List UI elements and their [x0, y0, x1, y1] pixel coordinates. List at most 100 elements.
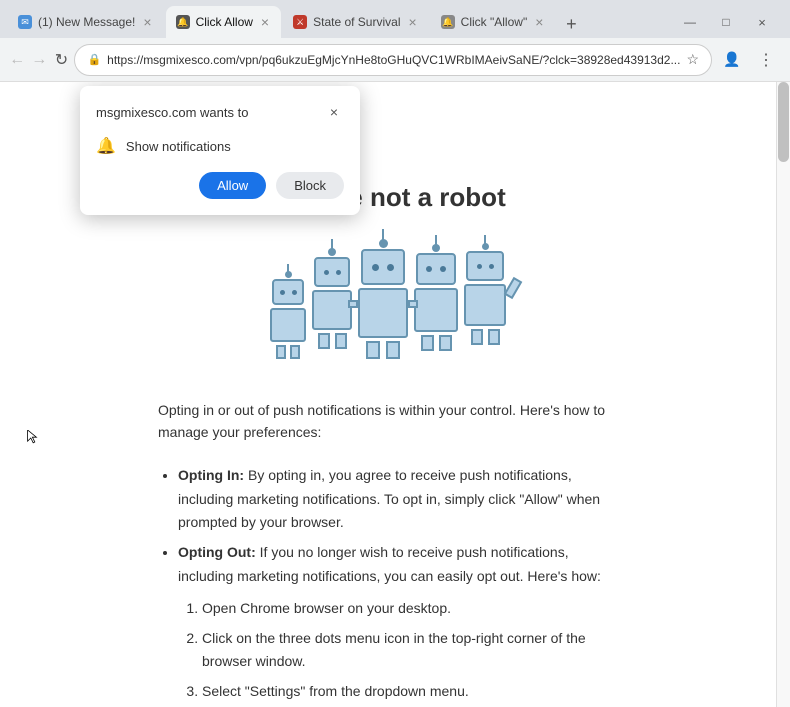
robot4-eye-right — [440, 266, 446, 272]
robot2-antenna-top — [328, 248, 336, 256]
popup-buttons: Allow Block — [96, 172, 344, 199]
bullet2-title: Opting Out: — [178, 544, 256, 560]
block-button[interactable]: Block — [276, 172, 344, 199]
maximize-button[interactable]: □ — [710, 6, 742, 38]
robot-4 — [414, 235, 458, 351]
close-button[interactable]: × — [746, 6, 778, 38]
robot-1 — [270, 264, 306, 359]
robot1-legs — [276, 345, 300, 359]
url-text: https://msgmixesco.com/vpn/pq6ukzuEgMjcY… — [107, 53, 680, 67]
tab-4[interactable]: 🔔 Click "Allow" × — [431, 6, 556, 38]
profile-icon: 👤 — [723, 51, 740, 68]
robot2-leg-left — [318, 333, 330, 349]
robot-2 — [312, 239, 352, 349]
robot5-legs — [471, 329, 500, 345]
popup-notification-text: Show notifications — [126, 139, 231, 154]
popup-close-button[interactable]: × — [324, 102, 344, 122]
robot5-leg-right — [488, 329, 500, 345]
tab-1[interactable]: ✉ (1) New Message! × — [8, 6, 164, 38]
robot-3 — [358, 229, 408, 359]
forward-button[interactable]: → — [30, 44, 48, 76]
robot3-body — [358, 288, 408, 338]
toolbar-right: 👤 ⋮ — [716, 44, 782, 76]
tab4-favicon: 🔔 — [441, 15, 455, 29]
bell-icon: 🔔 — [96, 136, 116, 156]
tab2-label: Click Allow — [196, 15, 253, 29]
reload-button[interactable]: ↻ — [52, 44, 70, 76]
robot4-legs — [421, 335, 452, 351]
robot2-eye-right — [336, 270, 341, 275]
scrollbar-thumb[interactable] — [778, 82, 789, 162]
robot5-head — [466, 251, 504, 281]
robot5-antenna-top — [482, 243, 489, 250]
allow-button[interactable]: Allow — [199, 172, 266, 199]
minimize-button[interactable]: — — [674, 6, 706, 38]
robot-5 — [464, 235, 506, 345]
robot3-leg-left — [366, 341, 380, 359]
robot2-leg-right — [335, 333, 347, 349]
robot4-leg-left — [421, 335, 434, 351]
page-main: you are not a robot — [0, 182, 776, 707]
profile-button[interactable]: 👤 — [716, 44, 748, 76]
menu-button[interactable]: ⋮ — [750, 44, 782, 76]
robot1-body — [270, 308, 306, 342]
robot3-antenna-top — [379, 239, 388, 248]
browser-body: msgmixesco.com wants to × 🔔 Show notific… — [0, 82, 790, 707]
tab3-favicon: ⚔ — [293, 15, 307, 29]
robot3-eye-left — [372, 264, 379, 271]
robot3-legs — [366, 341, 400, 359]
step-2: Click on the three dots menu icon in the… — [202, 627, 618, 675]
bullet2: Opting Out: If you no longer wish to rec… — [178, 541, 618, 707]
robot4-body — [414, 288, 458, 332]
back-button[interactable]: ← — [8, 44, 26, 76]
tab-bar: ✉ (1) New Message! × 🔔 Click Allow × ⚔ S… — [0, 0, 790, 38]
tab1-close[interactable]: × — [141, 12, 153, 32]
tab-3[interactable]: ⚔ State of Survival × — [283, 6, 429, 38]
robot-images — [80, 229, 696, 359]
tab2-close[interactable]: × — [259, 12, 271, 32]
robot5-leg-left — [471, 329, 483, 345]
tab1-label: (1) New Message! — [38, 15, 135, 29]
step-3: Select "Settings" from the dropdown menu… — [202, 680, 618, 704]
robot4-leg-right — [439, 335, 452, 351]
robot3-head — [361, 249, 405, 285]
robot1-antenna-top — [285, 271, 292, 278]
robot5-arm-wave — [504, 277, 523, 299]
forward-icon: → — [31, 51, 47, 69]
robot1-leg-right — [290, 345, 300, 359]
robot3-arm-right — [408, 300, 418, 308]
tab4-close[interactable]: × — [533, 12, 545, 32]
step-1: Open Chrome browser on your desktop. — [202, 597, 618, 621]
tab1-favicon: ✉ — [18, 15, 32, 29]
tab4-label: Click "Allow" — [461, 15, 528, 29]
bookmark-star-icon[interactable]: ☆ — [686, 51, 699, 68]
popup-title: msgmixesco.com wants to — [96, 105, 248, 120]
robot2-head — [314, 257, 350, 287]
article-list: Opting In: By opting in, you agree to re… — [158, 464, 618, 707]
back-icon: ← — [9, 51, 25, 69]
tab-2[interactable]: 🔔 Click Allow × — [166, 6, 282, 38]
tab3-close[interactable]: × — [406, 12, 418, 32]
robot3-arm-left — [348, 300, 358, 308]
tab2-favicon: 🔔 — [176, 15, 190, 29]
robot2-eye-left — [324, 270, 329, 275]
tab3-label: State of Survival — [313, 15, 400, 29]
page-content: msgmixesco.com wants to × 🔔 Show notific… — [0, 82, 776, 707]
address-bar[interactable]: 🔒 https://msgmixesco.com/vpn/pq6ukzuEgMj… — [74, 44, 712, 76]
robot1-leg-left — [276, 345, 286, 359]
new-tab-button[interactable]: + — [557, 10, 585, 38]
robot5-body — [464, 284, 506, 326]
scrollbar[interactable] — [776, 82, 790, 707]
robot5-eye-left — [477, 264, 482, 269]
toolbar: ← → ↻ 🔒 https://msgmixesco.com/vpn/pq6uk… — [0, 38, 790, 82]
robot2-body — [312, 290, 352, 330]
popup-notification-row: 🔔 Show notifications — [96, 136, 344, 156]
kebab-menu-icon: ⋮ — [758, 50, 774, 70]
popup-header: msgmixesco.com wants to × — [96, 102, 344, 122]
robot1-eye-left — [280, 290, 285, 295]
robot2-legs — [318, 333, 347, 349]
robot4-head — [416, 253, 456, 285]
robot3-leg-right — [386, 341, 400, 359]
robot5-eye-right — [489, 264, 494, 269]
article-intro: Opting in or out of push notifications i… — [158, 399, 618, 444]
